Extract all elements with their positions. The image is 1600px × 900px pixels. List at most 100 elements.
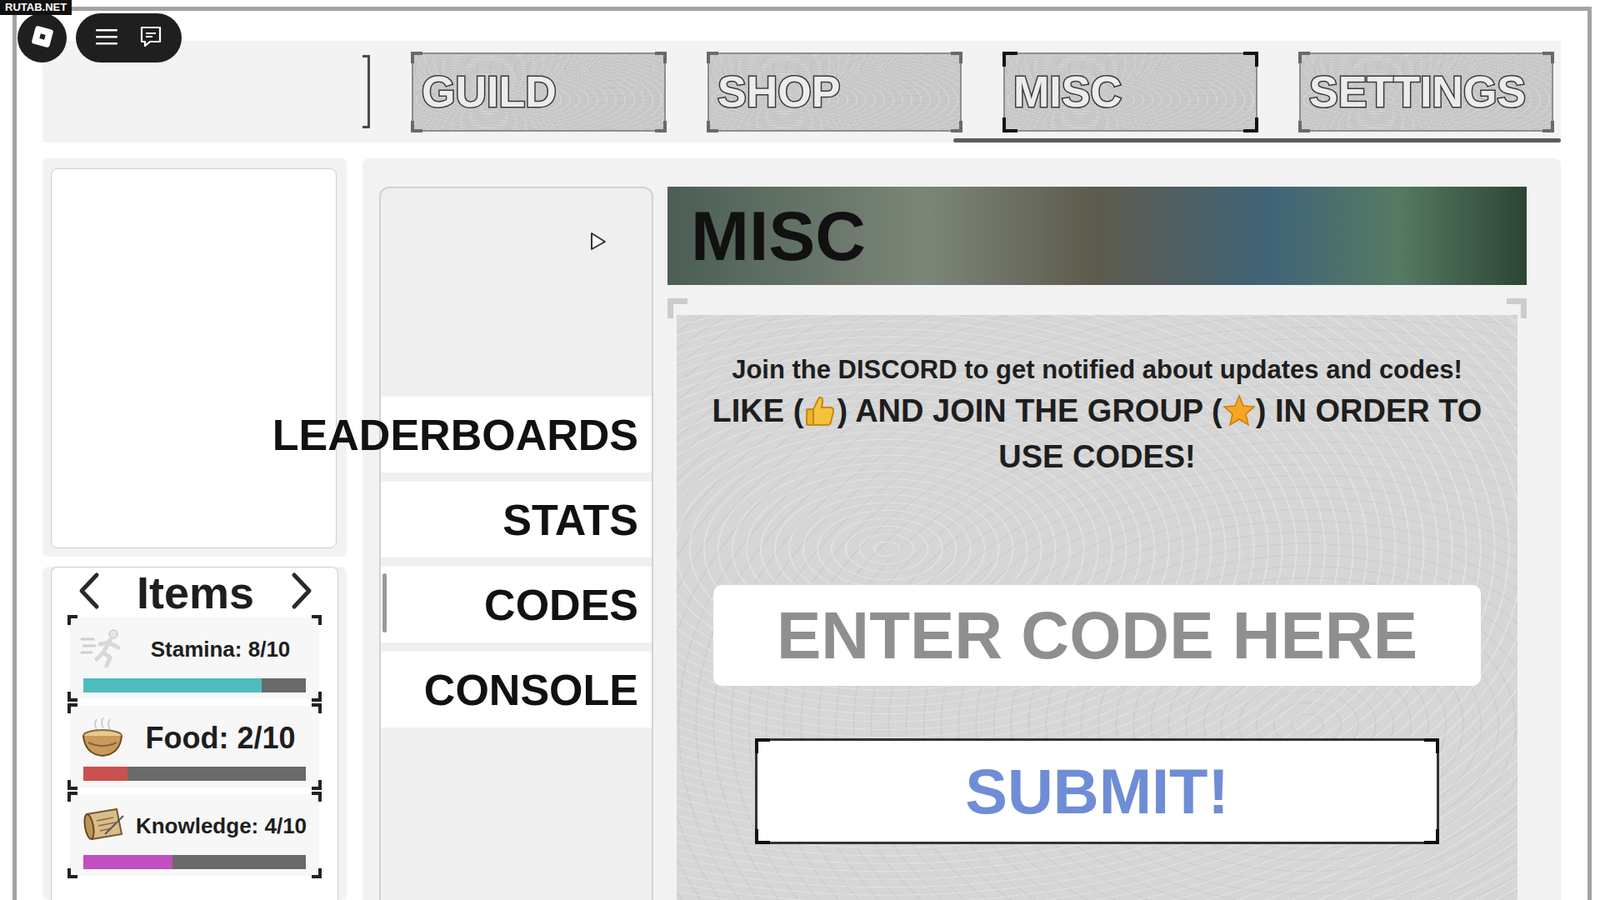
menu-label: LEADERBOARDS (272, 410, 639, 460)
corner-bracket (311, 791, 322, 802)
submit-label: SUBMIT! (965, 755, 1230, 828)
corner-bracket (311, 780, 322, 790)
corner-bracket (1243, 51, 1259, 67)
corner-bracket (706, 120, 719, 133)
code-input[interactable] (713, 585, 1481, 686)
main-row: Items Stamina: 8/10 Food: 2/10 Knowledge: 4… (42, 158, 1561, 900)
side-menu: LEADERBOARDS STATS CODES CONSOLE (379, 186, 654, 900)
corner-bracket (1424, 829, 1440, 845)
corner-bracket (67, 615, 78, 625)
stat-bar (83, 766, 306, 781)
thumbs-up-icon (803, 394, 837, 438)
stat-label: Food: 2/10 (131, 720, 310, 755)
items-title: Items (136, 566, 255, 619)
game-frame: GUILD SHOP MISC SETTINGS Items Stamina: 8/10 F… (12, 6, 1592, 900)
corner-bracket (755, 829, 770, 845)
items-header: Items (51, 567, 338, 618)
stat-card: Food: 2/10 (70, 705, 320, 788)
menu-item[interactable]: LEADERBOARDS (380, 395, 652, 473)
roblox-menu-button[interactable] (17, 13, 67, 63)
corner-bracket (311, 691, 322, 702)
corner-bracket (1298, 120, 1310, 133)
scrollbar-offset (42, 138, 954, 143)
preview-box (50, 168, 337, 549)
chat-button[interactable] (138, 24, 164, 53)
partial-tab[interactable] (362, 55, 370, 129)
stat-row: Knowledge: 4/10 (80, 797, 310, 855)
running-figure-icon (80, 627, 125, 673)
menu-item[interactable]: CODES (380, 565, 652, 643)
discord-notice: Join the DISCORD to get notified about u… (731, 355, 1463, 385)
instruction-text: ) AND JOIN THE GROUP ( (836, 393, 1222, 429)
corner-bracket (1424, 738, 1440, 754)
stat-label: Stamina: 8/10 (131, 637, 310, 663)
banner: MISC (667, 186, 1527, 285)
corner-bracket (410, 120, 423, 133)
instruction-text: LIKE ( (712, 393, 805, 429)
corner-bracket (950, 51, 963, 64)
selected-indicator (382, 573, 387, 633)
mouse-cursor (589, 231, 608, 255)
submit-button[interactable]: SUBMIT! (755, 738, 1440, 845)
corner-bracket (67, 868, 78, 879)
menu-label: STATS (502, 495, 639, 545)
corner-bracket (1002, 117, 1018, 133)
stat-card: Knowledge: 4/10 (70, 794, 320, 876)
corner-bracket (1002, 51, 1018, 67)
tab-label: SETTINGS (1309, 66, 1526, 117)
tab-label: GUILD (421, 66, 557, 117)
roblox-logo-icon (30, 24, 55, 53)
stat-label: Knowledge: 4/10 (133, 814, 310, 840)
frame-corner (667, 298, 688, 319)
stat-fill (83, 855, 173, 870)
noodle-bowl-icon (80, 714, 125, 763)
tab-label: SHOP (717, 66, 840, 117)
tab[interactable]: SETTINGS (1299, 52, 1554, 132)
tab[interactable]: GUILD (411, 52, 666, 132)
stat-list: Stamina: 8/10 Food: 2/10 Knowledge: 4/10 (51, 617, 338, 876)
next-button[interactable] (289, 571, 315, 614)
menu-item[interactable]: STATS (380, 480, 652, 558)
items-panel: Items Stamina: 8/10 Food: 2/10 Knowledge: 4… (42, 566, 347, 900)
scrollbar-thumb[interactable] (953, 138, 1561, 143)
corner-bracket (311, 868, 322, 879)
corner-bracket (1542, 120, 1555, 133)
corner-bracket (706, 51, 719, 64)
menu-spacer (380, 188, 652, 396)
tab[interactable]: SHOP (707, 52, 962, 132)
scroll-icon (80, 805, 127, 848)
stat-fill (83, 766, 128, 781)
tab-scrollbar[interactable] (42, 138, 1561, 143)
tab-bar: GUILD SHOP MISC SETTINGS (42, 40, 1561, 143)
stat-bar (83, 678, 306, 693)
corner-bracket (410, 51, 423, 64)
chevron-left-icon (76, 598, 102, 613)
corner-bracket (67, 703, 78, 714)
hamburger-icon (94, 35, 120, 50)
stat-fill (83, 678, 262, 693)
menu-label: CODES (484, 580, 639, 630)
prev-button[interactable] (76, 571, 102, 614)
menu-item[interactable]: CONSOLE (380, 650, 652, 728)
corner-bracket (67, 780, 78, 790)
stat-card: Stamina: 8/10 (70, 617, 320, 700)
codes-frame: Join the DISCORD to get notified about u… (667, 298, 1527, 900)
corner-bracket (655, 51, 667, 64)
chevron-right-icon (289, 598, 315, 613)
corner-bracket (950, 120, 963, 133)
star-icon (1222, 394, 1256, 438)
menu-chat-pill (75, 13, 182, 63)
tab[interactable]: MISC (1003, 52, 1258, 132)
corner-bracket (311, 703, 322, 714)
code-instructions: LIKE () AND JOIN THE GROUP () IN ORDER T… (697, 391, 1498, 477)
corner-bracket (67, 691, 78, 702)
stat-bar (83, 855, 306, 870)
menu-button[interactable] (94, 26, 120, 50)
stat-row: Stamina: 8/10 (80, 620, 310, 679)
misc-content: MISC Join the DISCORD to get notified abo… (667, 186, 1527, 900)
corner-bracket (311, 615, 322, 625)
banner-title: MISC (690, 195, 866, 277)
corner-bracket (1298, 51, 1310, 64)
codes-panel: Join the DISCORD to get notified about u… (676, 315, 1518, 900)
menu-label: CONSOLE (424, 665, 639, 715)
